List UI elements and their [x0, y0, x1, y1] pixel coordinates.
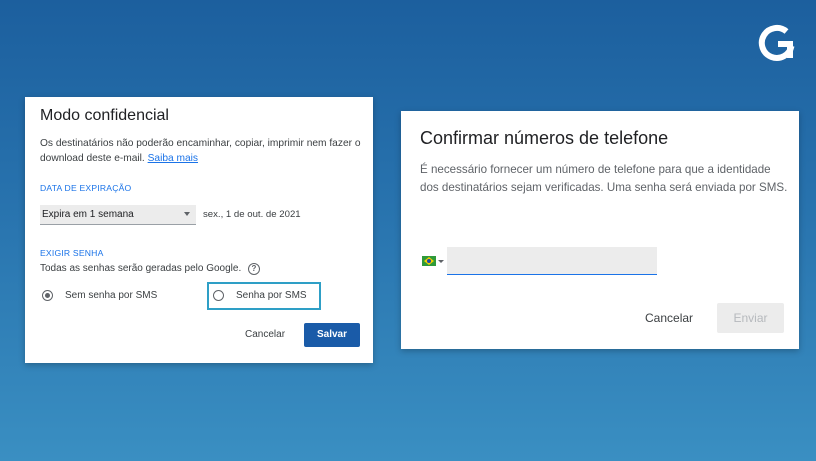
save-button[interactable]: Salvar — [304, 323, 360, 347]
expiration-label: DATA DE EXPIRAÇÃO — [40, 183, 132, 193]
dialog-description: Os destinatários não poderão encaminhar,… — [40, 136, 365, 166]
chevron-down-icon[interactable] — [438, 260, 444, 263]
cancel-button[interactable]: Cancelar — [245, 329, 285, 340]
description-text: Os destinatários não poderão encaminhar,… — [40, 138, 361, 164]
brazil-flag-icon[interactable] — [422, 256, 436, 266]
password-note: Todas as senhas serão geradas pelo Googl… — [40, 263, 242, 274]
cancel-button[interactable]: Cancelar — [645, 311, 693, 325]
radio-label-sms: Senha por SMS — [236, 290, 307, 301]
dialog-title: Modo confidencial — [40, 107, 169, 124]
expiration-selected-value: Expira em 1 semana — [42, 209, 134, 220]
dialog-description: É necessário fornecer um número de telef… — [420, 163, 788, 194]
confidential-mode-dialog: Modo confidencial Os destinatários não p… — [25, 97, 373, 363]
phone-number-input[interactable] — [447, 247, 657, 275]
chevron-down-icon — [184, 212, 190, 216]
radio-label-no-sms: Sem senha por SMS — [65, 290, 158, 301]
question-circle-icon[interactable]: ? — [248, 263, 260, 275]
g-circle-logo-icon — [758, 24, 795, 61]
expiration-select[interactable]: Expira em 1 semana — [40, 205, 196, 225]
send-button[interactable]: Enviar — [717, 303, 784, 333]
learn-more-link[interactable]: Saiba mais — [148, 153, 198, 164]
radio-no-sms-password[interactable] — [42, 290, 53, 301]
require-password-label: EXIGIR SENHA — [40, 248, 104, 258]
dialog-title: Confirmar números de telefone — [420, 128, 669, 148]
radio-sms-password[interactable] — [213, 290, 224, 301]
confirm-phone-dialog: Confirmar números de telefone É necessár… — [401, 111, 799, 349]
expiration-date: sex., 1 de out. de 2021 — [203, 209, 301, 220]
